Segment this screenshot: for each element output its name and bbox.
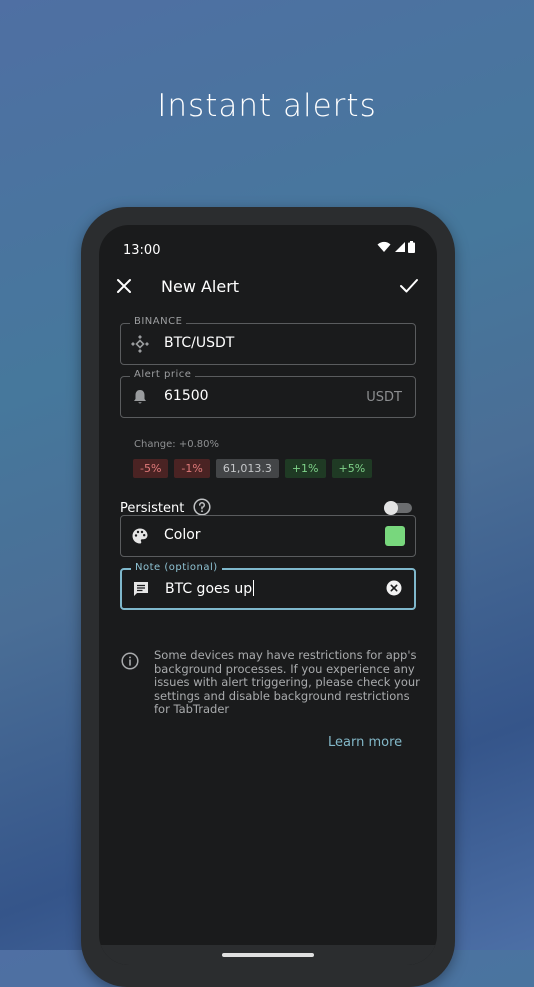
alert-price-field[interactable]: Alert price 61500 USDT bbox=[120, 369, 416, 418]
close-icon[interactable] bbox=[115, 277, 133, 295]
clear-icon[interactable] bbox=[386, 580, 402, 596]
alert-price-label: Alert price bbox=[130, 369, 196, 380]
phone-frame: 13:00 New Alert BINANCE BTC/USDT Alert p… bbox=[81, 207, 455, 987]
help-icon[interactable] bbox=[193, 498, 211, 516]
gesture-handle[interactable] bbox=[222, 953, 314, 957]
chip-plus-5[interactable]: +5% bbox=[331, 459, 373, 478]
navigation-bar bbox=[99, 945, 437, 965]
message-icon bbox=[134, 582, 148, 596]
background-restriction-notice: Some devices may have restrictions for a… bbox=[154, 648, 420, 716]
learn-more-link[interactable]: Learn more bbox=[328, 735, 402, 750]
app-screen: 13:00 New Alert BINANCE BTC/USDT Alert p… bbox=[99, 225, 437, 965]
exchange-pair-field[interactable]: BINANCE BTC/USDT bbox=[120, 316, 416, 365]
info-icon bbox=[121, 652, 139, 670]
text-caret bbox=[253, 580, 255, 596]
page-title: New Alert bbox=[161, 277, 240, 296]
toggle-thumb bbox=[384, 501, 398, 515]
promo-headline: Instant alerts bbox=[157, 88, 377, 124]
palette-icon bbox=[132, 528, 148, 544]
bell-icon bbox=[134, 390, 146, 404]
note-field[interactable]: Note (optional) BTC goes up bbox=[120, 562, 416, 610]
note-input[interactable]: BTC goes up bbox=[165, 580, 255, 597]
color-label: Color bbox=[164, 527, 201, 543]
battery-icon bbox=[408, 241, 415, 253]
persistent-label: Persistent bbox=[120, 501, 185, 516]
note-label: Note (optional) bbox=[131, 562, 222, 573]
price-adjust-chips: -5% -1% 61,013.3 +1% +5% bbox=[133, 459, 373, 478]
wifi-icon bbox=[377, 241, 391, 252]
color-field[interactable]: Color bbox=[120, 515, 416, 557]
price-change-label: Change: +0.80% bbox=[134, 439, 219, 450]
status-icons bbox=[377, 241, 415, 253]
chip-plus-1[interactable]: +1% bbox=[284, 459, 326, 478]
exchange-label: BINANCE bbox=[130, 316, 187, 327]
chip-minus-1[interactable]: -1% bbox=[174, 459, 210, 478]
chip-current-price[interactable]: 61,013.3 bbox=[215, 459, 279, 478]
signal-icon bbox=[395, 242, 405, 252]
alert-price-input: 61500 bbox=[164, 388, 209, 404]
check-icon[interactable] bbox=[399, 277, 419, 295]
price-currency: USDT bbox=[366, 390, 402, 405]
chip-minus-5[interactable]: -5% bbox=[133, 459, 169, 478]
persistent-toggle[interactable] bbox=[384, 501, 414, 515]
status-time: 13:00 bbox=[123, 243, 161, 258]
binance-icon bbox=[131, 335, 149, 353]
pair-value: BTC/USDT bbox=[164, 335, 235, 351]
color-swatch[interactable] bbox=[385, 526, 405, 546]
note-text: BTC goes up bbox=[165, 581, 253, 597]
